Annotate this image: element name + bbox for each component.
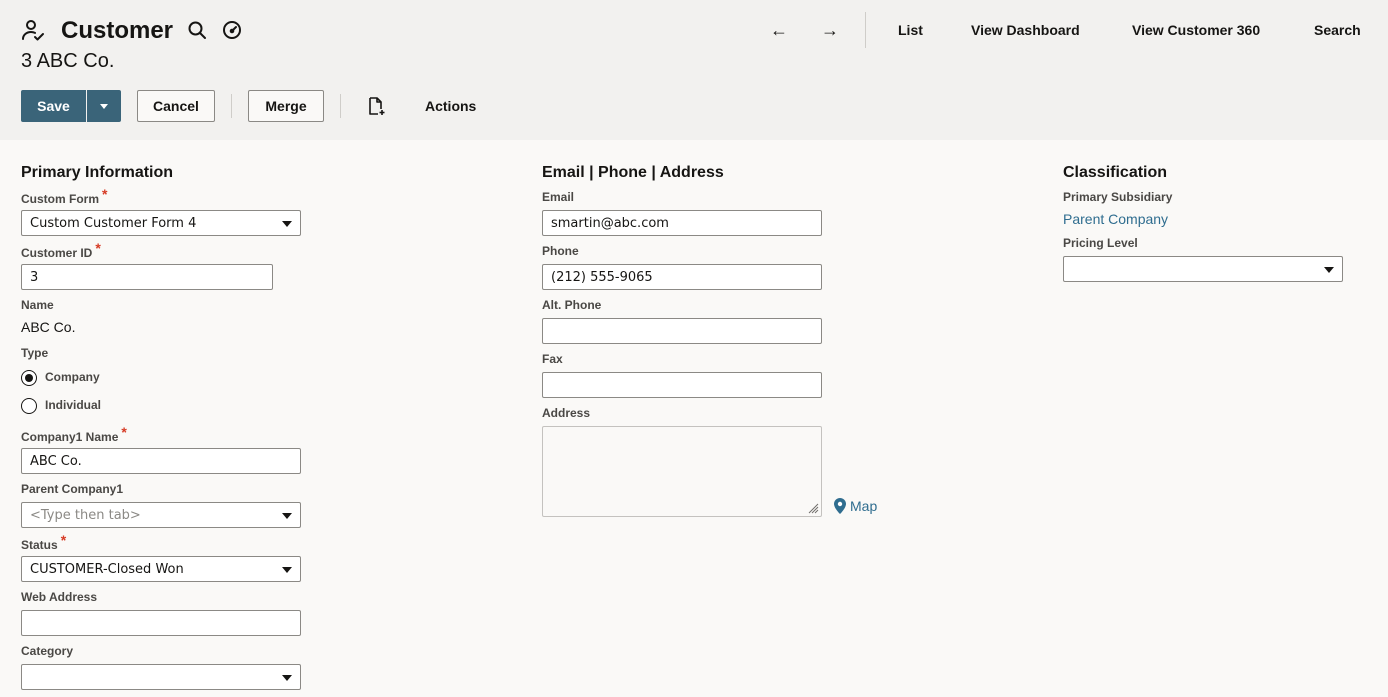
map-link[interactable]: Map [834, 498, 877, 514]
status-select[interactable]: CUSTOMER-Closed Won [21, 556, 301, 582]
type-label: Type [21, 346, 49, 360]
required-marker: * [102, 186, 108, 202]
parent-company-placeholder: <Type then tab> [30, 507, 141, 523]
cancel-button[interactable]: Cancel [137, 90, 215, 122]
primary-subsidiary-label: Primary Subsidiary [1063, 190, 1173, 204]
contact-section-title: Email | Phone | Address [542, 164, 724, 181]
web-address-label: Web Address [21, 590, 98, 604]
category-label: Category [21, 644, 74, 658]
dropdown-caret-icon [282, 513, 292, 519]
category-select[interactable] [21, 664, 301, 690]
customer-id-input[interactable]: 3 [21, 264, 273, 290]
actions-menu[interactable]: Actions [425, 98, 476, 114]
classification-title: Classification [1063, 164, 1168, 181]
email-label: Email [542, 190, 575, 204]
page-header: Customer 3 ABC Co. ← → List View Dashboa… [0, 0, 1388, 140]
custom-form-label: Custom Form * [21, 186, 108, 206]
map-pin-icon [834, 498, 846, 514]
dashboard-icon[interactable] [222, 20, 242, 40]
view-customer-360-link[interactable]: View Customer 360 [1132, 22, 1260, 38]
customer-id-label: Customer ID * [21, 240, 101, 260]
save-button[interactable]: Save [21, 90, 86, 122]
back-arrow-icon[interactable]: ← [769, 20, 789, 41]
name-value: ABC Co. [21, 319, 76, 335]
pricing-level-select[interactable] [1063, 256, 1343, 282]
fax-input[interactable] [542, 372, 822, 398]
save-menu-button[interactable] [87, 90, 121, 122]
status-label: Status * [21, 532, 67, 552]
fax-label: Fax [542, 352, 563, 366]
address-label: Address [542, 406, 591, 420]
list-link[interactable]: List [898, 22, 923, 38]
email-input[interactable]: smartin@abc.com [542, 210, 822, 236]
primary-information-title: Primary Information [21, 164, 174, 181]
status-value: CUSTOMER-Closed Won [30, 561, 184, 577]
dropdown-caret-icon [1324, 267, 1334, 273]
dropdown-caret-icon [282, 567, 292, 573]
dropdown-caret-icon [282, 675, 292, 681]
alt-phone-input[interactable] [542, 318, 822, 344]
type-company-radio[interactable] [21, 370, 37, 386]
merge-button[interactable]: Merge [248, 90, 324, 122]
custom-form-select[interactable]: Custom Customer Form 4 [21, 210, 301, 236]
name-label: Name [21, 298, 54, 312]
dropdown-caret-icon [282, 221, 292, 227]
resize-handle-icon[interactable] [807, 502, 819, 514]
required-marker: * [95, 240, 101, 256]
toolbar-divider [231, 94, 232, 118]
new-document-icon[interactable] [366, 96, 386, 116]
record-type-title: Customer [61, 17, 174, 44]
type-individual-label[interactable]: Individual [45, 398, 101, 412]
record-name: 3 ABC Co. [21, 50, 115, 72]
address-textarea[interactable] [542, 426, 822, 517]
forward-arrow-icon[interactable]: → [820, 20, 840, 41]
parent-company-select[interactable]: <Type then tab> [21, 502, 301, 528]
email-value: smartin@abc.com [551, 215, 669, 231]
view-dashboard-link[interactable]: View Dashboard [971, 22, 1080, 38]
web-address-input[interactable] [21, 610, 301, 636]
type-individual-radio[interactable] [21, 398, 37, 414]
phone-label: Phone [542, 244, 579, 258]
pricing-level-label: Pricing Level [1063, 236, 1138, 250]
customer-id-value: 3 [30, 269, 39, 285]
company-name-value: ABC Co. [30, 453, 82, 469]
primary-subsidiary-link[interactable]: Parent Company [1063, 211, 1168, 227]
parent-company-label: Parent Company1 [21, 482, 124, 496]
required-marker: * [60, 532, 67, 548]
alt-phone-label: Alt. Phone [542, 298, 602, 312]
person-check-icon [22, 20, 44, 41]
toolbar-divider [340, 94, 341, 118]
custom-form-value: Custom Customer Form 4 [30, 215, 197, 231]
chevron-down-icon [100, 103, 108, 109]
map-link-label[interactable]: Map [850, 498, 877, 514]
phone-input[interactable]: (212) 555-9065 [542, 264, 822, 290]
nav-divider [865, 12, 866, 48]
company-name-input[interactable]: ABC Co. [21, 448, 301, 474]
type-company-label[interactable]: Company [45, 370, 100, 384]
phone-value: (212) 555-9065 [551, 269, 653, 285]
search-icon[interactable] [187, 20, 207, 40]
required-marker: * [121, 424, 127, 440]
search-link[interactable]: Search [1314, 22, 1361, 38]
company-name-label: Company1 Name * [21, 424, 127, 444]
